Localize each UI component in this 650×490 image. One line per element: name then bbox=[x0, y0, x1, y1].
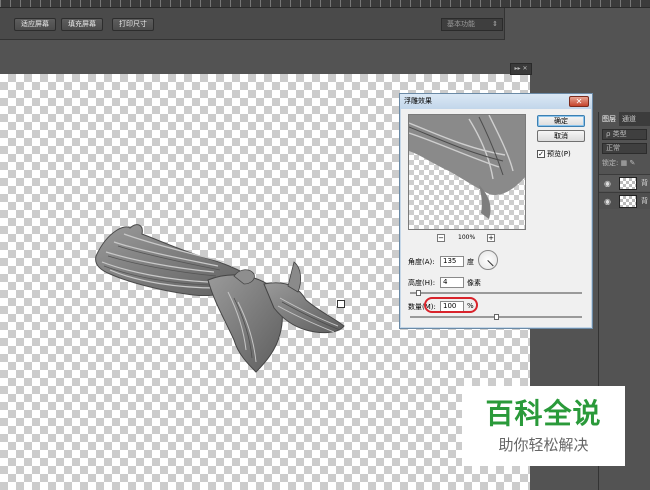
layer-filter-select[interactable]: ρ 类型 bbox=[602, 129, 647, 140]
amount-slider[interactable] bbox=[410, 314, 582, 320]
preview-eagle-image bbox=[409, 115, 525, 219]
angle-label: 角度(A): bbox=[408, 258, 435, 266]
tab-channels[interactable]: 通道 bbox=[619, 112, 639, 126]
workspace-label: 基本功能 bbox=[447, 20, 475, 28]
height-label: 高度(H): bbox=[408, 279, 436, 287]
lock-label: 锁定: ▦ ✎ bbox=[602, 157, 647, 169]
zoom-in-icon[interactable]: + bbox=[487, 234, 495, 242]
layer-thumbnail bbox=[619, 177, 637, 190]
layers-panel-tabs: 图层 通道 bbox=[599, 112, 650, 126]
workspace-select[interactable]: 基本功能 ⇕ bbox=[441, 18, 503, 31]
angle-unit: 度 bbox=[467, 258, 474, 266]
checkbox-check-icon[interactable]: ✓ bbox=[537, 150, 545, 158]
angle-dial[interactable] bbox=[478, 250, 498, 270]
preview-label: 预览(P) bbox=[547, 150, 571, 158]
height-slider[interactable] bbox=[410, 290, 582, 296]
transform-handle[interactable] bbox=[337, 300, 345, 308]
watermark-title: 百科全说 bbox=[485, 397, 602, 430]
height-unit: 像素 bbox=[467, 279, 481, 287]
layer-name: 背 bbox=[641, 197, 648, 205]
zoom-controls: − 100% + bbox=[435, 234, 495, 244]
print-size-button[interactable]: 打印尺寸 bbox=[112, 18, 154, 31]
cancel-button[interactable]: 取消 bbox=[537, 130, 585, 142]
dialog-title: 浮雕效果 bbox=[400, 94, 592, 109]
eye-icon[interactable]: ◉ bbox=[604, 179, 611, 188]
embossed-eagle-image bbox=[95, 224, 345, 373]
panel-collapse-icon[interactable]: ▸▸ ✕ bbox=[510, 63, 532, 75]
chevron-updown-icon: ⇕ bbox=[492, 20, 498, 28]
emboss-dialog: 浮雕效果 ✕ 确定 取消 ✓ 预览(P) − 100% + 角度(A): 135 bbox=[399, 93, 593, 329]
height-slider-thumb[interactable] bbox=[415, 290, 421, 296]
layer-row[interactable]: ◉ 背 bbox=[599, 174, 650, 191]
layer-thumbnail bbox=[619, 195, 637, 208]
tab-layers[interactable]: 图层 bbox=[599, 112, 619, 126]
fill-screen-button[interactable]: 填充屏幕 bbox=[61, 18, 103, 31]
filter-preview[interactable] bbox=[408, 114, 526, 230]
horizontal-ruler bbox=[0, 0, 650, 8]
zoom-level: 100% bbox=[458, 234, 476, 241]
options-bar: 适应屏幕 填充屏幕 打印尺寸 基本功能 ⇕ bbox=[0, 8, 505, 40]
brush-icon[interactable]: ✎ bbox=[629, 159, 635, 167]
angle-input[interactable]: 135 bbox=[440, 256, 464, 267]
red-highlight-circle bbox=[424, 297, 478, 313]
watermark: 百科全说 助你轻松解决 bbox=[462, 386, 625, 466]
height-input[interactable]: 4 bbox=[440, 277, 464, 288]
lock-text: 锁定: bbox=[602, 159, 619, 167]
fit-screen-button[interactable]: 适应屏幕 bbox=[14, 18, 56, 31]
layer-name: 背 bbox=[641, 179, 648, 187]
eye-icon[interactable]: ◉ bbox=[604, 197, 611, 206]
amount-slider-thumb[interactable] bbox=[494, 314, 499, 320]
preview-checkbox[interactable]: ✓ 预览(P) bbox=[537, 149, 571, 159]
zoom-out-icon[interactable]: − bbox=[437, 234, 445, 242]
ok-button[interactable]: 确定 bbox=[537, 115, 585, 127]
lock-pixels-icon[interactable]: ▦ bbox=[621, 159, 628, 167]
watermark-subtitle: 助你轻松解决 bbox=[498, 436, 589, 454]
blend-mode-select[interactable]: 正常 bbox=[602, 143, 647, 154]
close-icon[interactable]: ✕ bbox=[569, 96, 589, 107]
layer-row[interactable]: ◉ 背 bbox=[599, 192, 650, 209]
